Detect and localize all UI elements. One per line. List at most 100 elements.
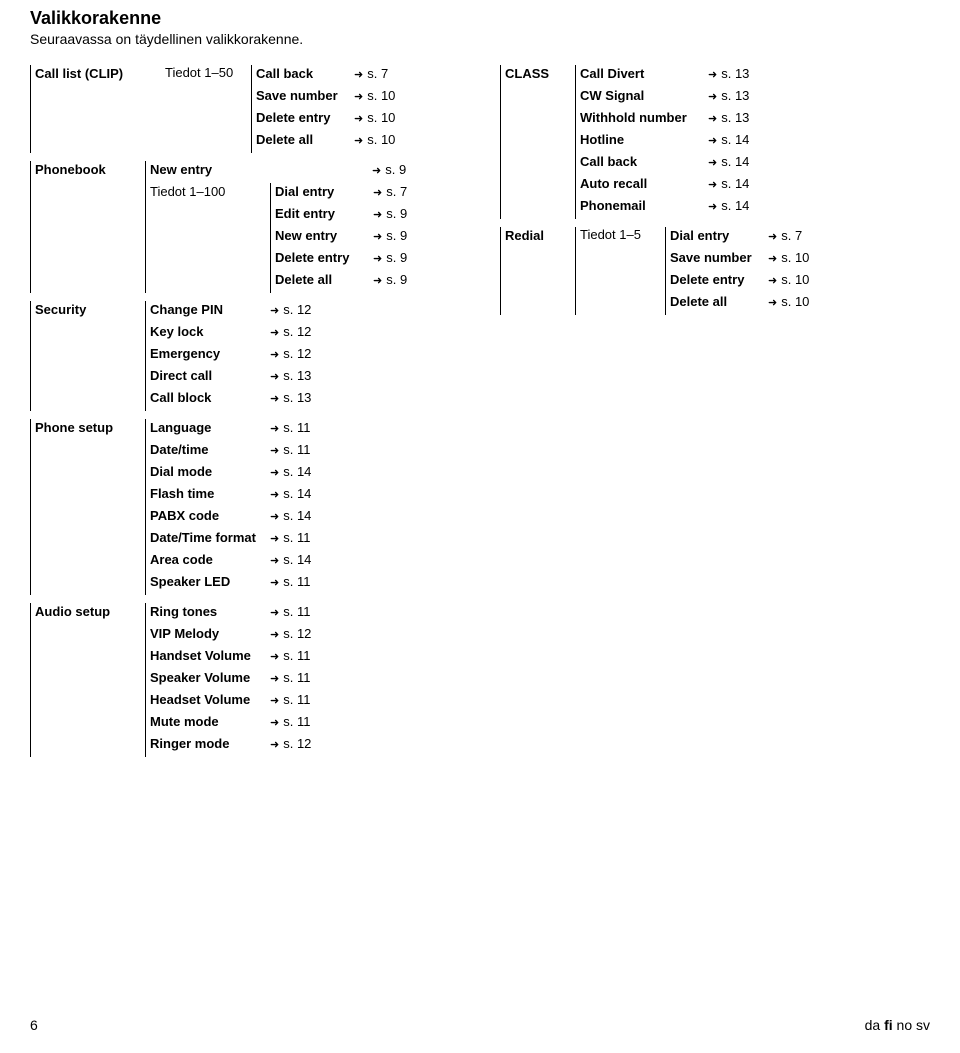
page-ref: ➜s. 11 [270, 691, 310, 707]
page-ref: ➜s. 10 [768, 249, 809, 265]
page-ref: ➜s. 12 [270, 345, 311, 361]
page-ref: ➜s. 12 [270, 323, 311, 339]
page-ref: ➜s. 13 [708, 109, 749, 125]
page-ref: ➜s. 12 [270, 625, 311, 641]
page-ref: ➜s. 7 [373, 183, 407, 199]
page-ref: ➜s. 7 [768, 227, 802, 243]
menu-item: Area code [150, 551, 270, 567]
menu-item: Delete entry [670, 271, 768, 287]
menu-item: Call back [580, 153, 708, 169]
menu-item: Save number [256, 87, 354, 103]
menu-item: Call block [150, 389, 270, 405]
group-security: Security Change PIN➜s. 12 Key lock➜s. 12… [30, 301, 460, 411]
page-number: 6 [30, 1017, 38, 1033]
page-ref: ➜s. 14 [708, 153, 749, 169]
page-ref: ➜s. 10 [354, 87, 395, 103]
group-phonebook: Phonebook New entry ➜s. 9 Tiedot 1–100 D… [30, 161, 460, 293]
page-ref: ➜s. 14 [708, 197, 749, 213]
page-ref: ➜s. 9 [372, 161, 406, 177]
menu-item: Dial entry [275, 183, 373, 199]
menu-item: PABX code [150, 507, 270, 523]
group-phone-setup: Phone setup Language➜s. 11 Date/time➜s. … [30, 419, 460, 595]
menu-item: Withhold number [580, 109, 708, 125]
security-label: Security [35, 301, 145, 411]
menu-item: Dial mode [150, 463, 270, 479]
language-indicator: da fi no sv [865, 1017, 930, 1033]
page-ref: ➜s. 10 [768, 293, 809, 309]
menu-item: Ringer mode [150, 735, 270, 751]
page-ref: ➜s. 11 [270, 573, 310, 589]
menu-item: New entry [275, 227, 373, 243]
group-call-list: Call list (CLIP) Tiedot 1–50 Call back➜s… [30, 65, 460, 153]
menu-item: Emergency [150, 345, 270, 361]
page-ref: ➜s. 11 [270, 419, 310, 435]
menu-item: Date/Time format [150, 529, 270, 545]
menu-item: Date/time [150, 441, 270, 457]
menu-item: Call Divert [580, 65, 708, 81]
page-ref: ➜s. 13 [708, 65, 749, 81]
page-ref: ➜s. 14 [270, 463, 311, 479]
group-audio-setup: Audio setup Ring tones➜s. 11 VIP Melody➜… [30, 603, 460, 757]
menu-item: Call back [256, 65, 354, 81]
audio-setup-label: Audio setup [35, 603, 145, 757]
page-ref: ➜s. 11 [270, 669, 310, 685]
menu-item: Direct call [150, 367, 270, 383]
menu-item: Change PIN [150, 301, 270, 317]
page-ref: ➜s. 9 [373, 227, 407, 243]
class-label: CLASS [505, 65, 575, 219]
redial-label: Redial [505, 227, 575, 315]
page-ref: ➜s. 13 [708, 87, 749, 103]
page-ref: ➜s. 9 [373, 271, 407, 287]
menu-item: CW Signal [580, 87, 708, 103]
page-title: Valikkorakenne [30, 8, 930, 29]
page-ref: ➜s. 9 [373, 205, 407, 221]
menu-item: New entry [150, 161, 270, 177]
page-ref: ➜s. 14 [270, 507, 311, 523]
menu-item: Save number [670, 249, 768, 265]
page-ref: ➜s. 11 [270, 713, 310, 729]
menu-item: Delete entry [256, 109, 354, 125]
page-ref: ➜s. 11 [270, 441, 310, 457]
menu-item: Speaker LED [150, 573, 270, 589]
phonebook-range: Tiedot 1–100 [150, 183, 270, 199]
redial-range: Tiedot 1–5 [575, 227, 665, 315]
page-ref: ➜s. 14 [708, 175, 749, 191]
menu-item: Delete entry [275, 249, 373, 265]
menu-item: Delete all [256, 131, 354, 147]
page-ref: ➜s. 7 [354, 65, 388, 81]
menu-item: Headset Volume [150, 691, 270, 707]
page-ref: ➜s. 13 [270, 367, 311, 383]
call-list-range: Tiedot 1–50 [165, 65, 251, 153]
menu-item: Language [150, 419, 270, 435]
menu-item: Hotline [580, 131, 708, 147]
page-ref: ➜s. 11 [270, 603, 310, 619]
menu-item: Handset Volume [150, 647, 270, 663]
page-ref: ➜s. 11 [270, 647, 310, 663]
page-subtitle: Seuraavassa on täydellinen valikkorakenn… [30, 31, 930, 47]
menu-item: Delete all [670, 293, 768, 309]
page-ref: ➜s. 14 [708, 131, 749, 147]
menu-item: Auto recall [580, 175, 708, 191]
menu-item: Mute mode [150, 713, 270, 729]
group-class: CLASS Call Divert➜s. 13 CW Signal➜s. 13 … [500, 65, 930, 219]
call-list-label: Call list (CLIP) [35, 65, 165, 153]
menu-item: Key lock [150, 323, 270, 339]
page-ref: ➜s. 12 [270, 735, 311, 751]
menu-item: Dial entry [670, 227, 768, 243]
page-ref: ➜s. 11 [270, 529, 310, 545]
menu-item: Speaker Volume [150, 669, 270, 685]
page-ref: ➜s. 9 [373, 249, 407, 265]
page-ref: ➜s. 14 [270, 485, 311, 501]
page-ref: ➜s. 14 [270, 551, 311, 567]
menu-item: Ring tones [150, 603, 270, 619]
phonebook-label: Phonebook [35, 161, 145, 293]
page-ref: ➜s. 10 [354, 131, 395, 147]
page-ref: ➜s. 10 [768, 271, 809, 287]
menu-item: Edit entry [275, 205, 373, 221]
menu-item: VIP Melody [150, 625, 270, 641]
menu-item: Phonemail [580, 197, 708, 213]
group-redial: Redial Tiedot 1–5 Dial entry➜s. 7 Save n… [500, 227, 930, 315]
phone-setup-label: Phone setup [35, 419, 145, 595]
page-ref: ➜s. 13 [270, 389, 311, 405]
page-ref: ➜s. 12 [270, 301, 311, 317]
